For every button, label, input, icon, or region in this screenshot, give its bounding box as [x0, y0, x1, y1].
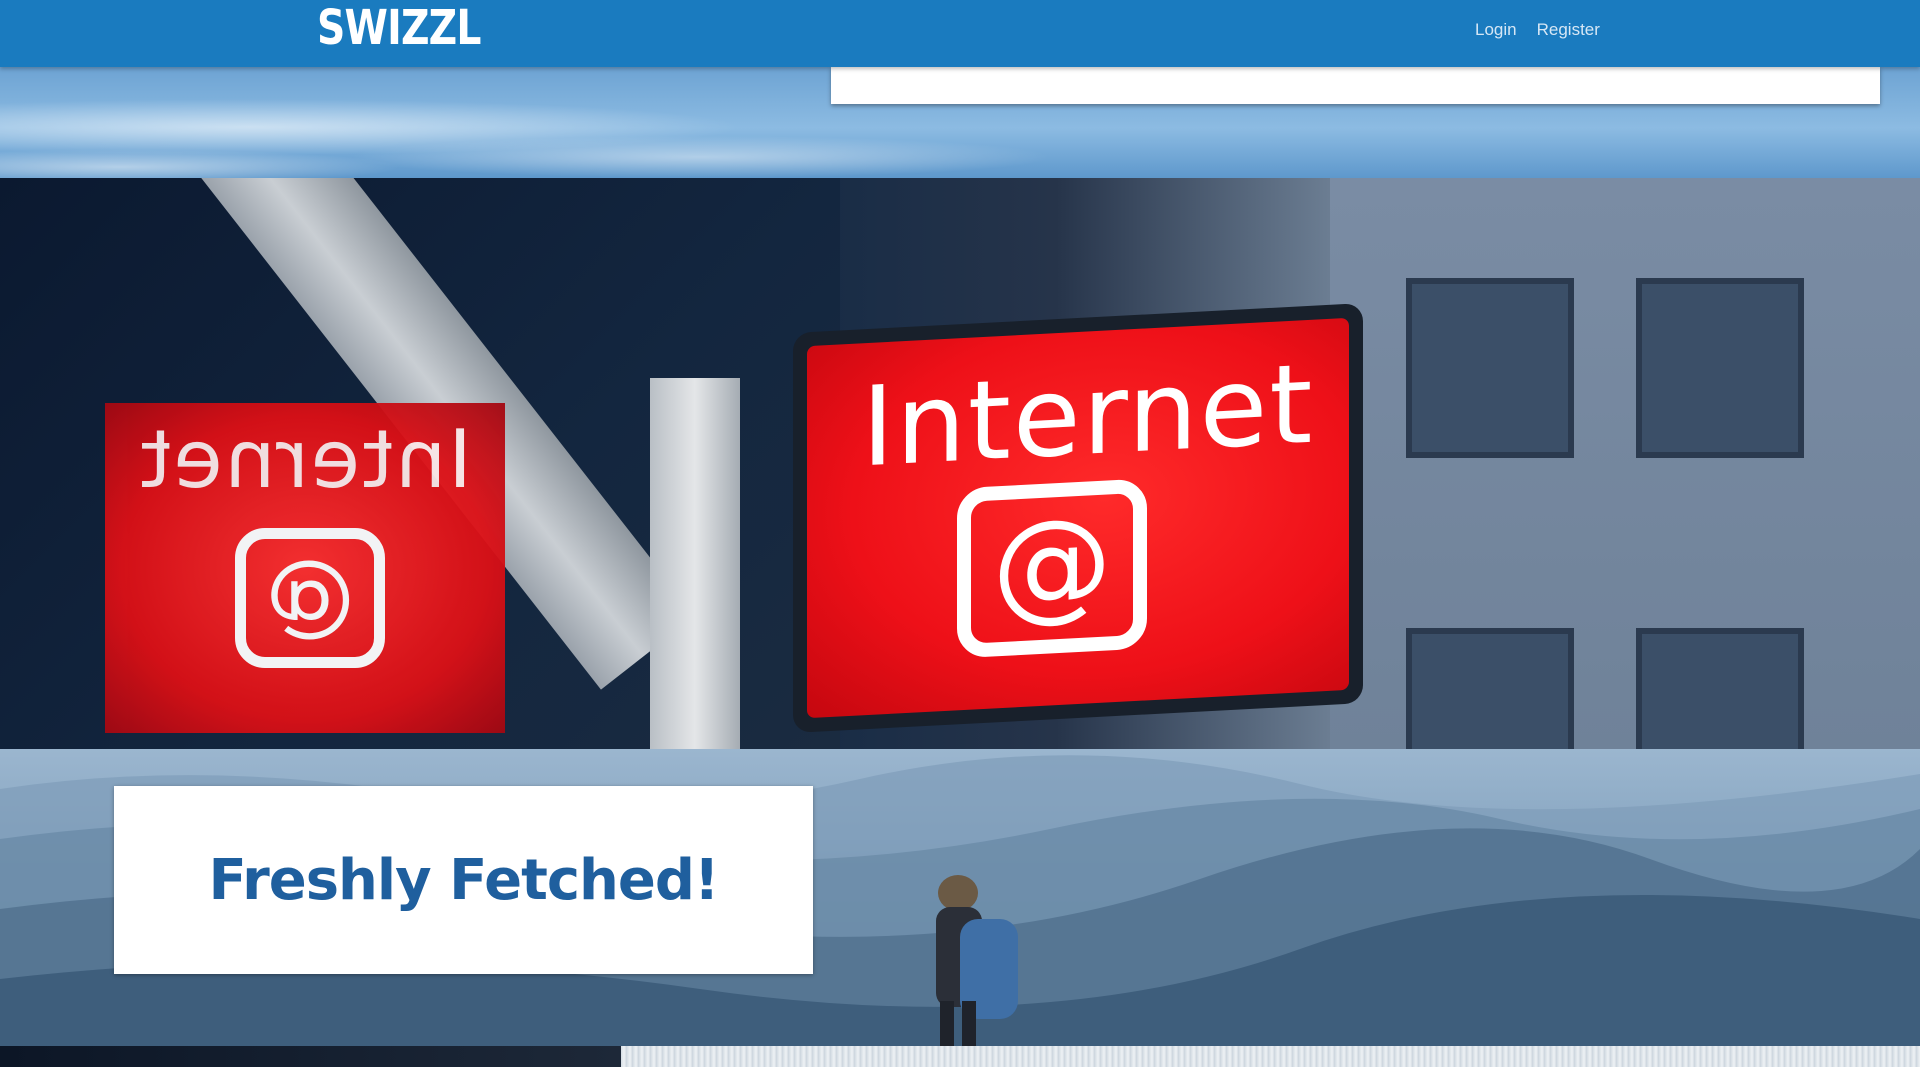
register-link[interactable]: Register — [1537, 20, 1600, 40]
sign-text: Internet — [861, 339, 1315, 492]
building-facade — [1330, 178, 1920, 749]
promo-title: Freshly Fetched! — [208, 847, 719, 913]
at-icon: @ — [957, 478, 1147, 659]
reflection-at-icon: @ — [235, 528, 385, 668]
promo-card: Freshly Fetched! — [114, 786, 813, 974]
window — [1406, 278, 1574, 458]
navbar: SWIZZL Login Register — [0, 0, 1920, 67]
search-card[interactable] — [831, 67, 1880, 104]
window — [1636, 278, 1804, 458]
window — [1406, 628, 1574, 749]
internet-sign-photo: Internet @ Internet @ — [0, 178, 1920, 749]
hiker-figure — [936, 875, 1018, 1046]
login-link[interactable]: Login — [1475, 20, 1517, 40]
next-section-right — [621, 1046, 1920, 1067]
window — [1636, 628, 1804, 749]
next-section-left — [0, 1046, 621, 1067]
brand-logo[interactable]: SWIZZL — [317, 0, 481, 56]
stone-pillar — [650, 378, 740, 749]
internet-sign: Internet @ — [793, 303, 1363, 733]
nav-links: Login Register — [1475, 20, 1600, 40]
reflection-text: Internet — [138, 413, 472, 506]
sign-face: Internet @ — [807, 317, 1349, 719]
sign-reflection: Internet @ — [105, 403, 505, 733]
